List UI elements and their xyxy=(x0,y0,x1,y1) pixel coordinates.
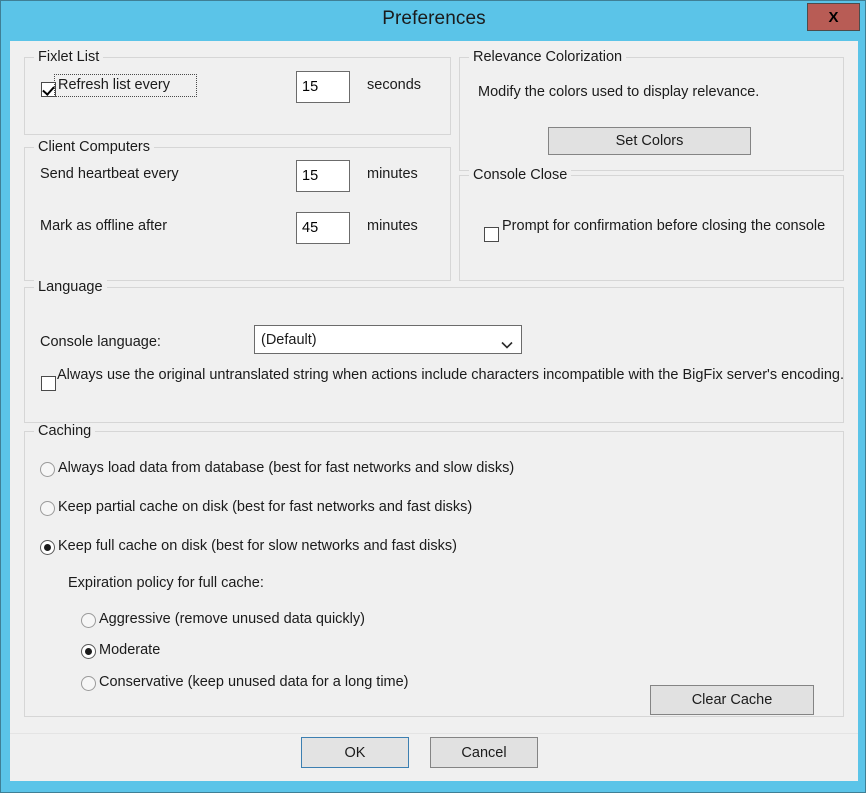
set-colors-button[interactable]: Set Colors xyxy=(548,127,751,155)
untranslated-string-checkbox[interactable] xyxy=(41,376,56,391)
expiration-moderate-radio[interactable] xyxy=(81,644,96,659)
relevance-description: Modify the colors used to display releva… xyxy=(478,84,760,100)
cache-option-always-load-radio[interactable] xyxy=(40,462,55,477)
cache-option-partial-radio[interactable] xyxy=(40,501,55,516)
prompt-confirmation-checkbox[interactable] xyxy=(484,227,499,242)
heartbeat-unit: minutes xyxy=(367,166,418,182)
expiration-moderate-label: Moderate xyxy=(99,642,161,658)
cache-option-full-radio[interactable] xyxy=(40,540,55,555)
untranslated-string-label: Always use the original untranslated str… xyxy=(57,367,844,383)
titlebar: Preferences X xyxy=(1,1,865,41)
group-label-relevance-colorization: Relevance Colorization xyxy=(469,49,627,65)
group-label-caching: Caching xyxy=(34,423,96,439)
cache-option-always-load-label: Always load data from database (best for… xyxy=(58,460,515,476)
heartbeat-interval-input[interactable] xyxy=(296,160,350,192)
ok-button[interactable]: OK xyxy=(301,737,409,768)
refresh-list-label: Refresh list every xyxy=(58,77,171,93)
group-label-language: Language xyxy=(34,279,107,295)
chevron-down-icon xyxy=(501,336,513,349)
expiration-aggressive-radio[interactable] xyxy=(81,613,96,628)
refresh-interval-unit: seconds xyxy=(367,77,422,93)
offline-interval-input[interactable] xyxy=(296,212,350,244)
expiration-conservative-radio[interactable] xyxy=(81,676,96,691)
footer-divider xyxy=(10,733,858,734)
group-language: Language xyxy=(24,279,844,423)
dialog-body: Fixlet List Refresh list every seconds C… xyxy=(10,41,858,781)
expiration-policy-label: Expiration policy for full cache: xyxy=(68,575,264,591)
clear-cache-button[interactable]: Clear Cache xyxy=(650,685,814,715)
window-title: Preferences xyxy=(382,8,486,29)
group-label-client-computers: Client Computers xyxy=(34,139,155,155)
console-language-label: Console language: xyxy=(40,334,161,350)
preferences-dialog: Preferences X Fixlet List Refresh list e… xyxy=(0,0,866,793)
heartbeat-label: Send heartbeat every xyxy=(40,166,179,182)
close-icon[interactable]: X xyxy=(807,3,860,31)
group-label-console-close: Console Close xyxy=(469,167,572,183)
refresh-interval-input[interactable] xyxy=(296,71,350,103)
expiration-conservative-label: Conservative (keep unused data for a lon… xyxy=(99,674,409,690)
group-label-fixlet-list: Fixlet List xyxy=(34,49,104,65)
offline-unit: minutes xyxy=(367,218,418,234)
cancel-button[interactable]: Cancel xyxy=(430,737,538,768)
expiration-aggressive-label: Aggressive (remove unused data quickly) xyxy=(99,611,365,627)
console-language-value: (Default) xyxy=(261,331,317,348)
cache-option-partial-label: Keep partial cache on disk (best for fas… xyxy=(58,499,473,515)
cache-option-full-label: Keep full cache on disk (best for slow n… xyxy=(58,538,457,554)
prompt-confirmation-label: Prompt for confirmation before closing t… xyxy=(502,218,826,234)
console-language-select[interactable]: (Default) xyxy=(254,325,522,354)
offline-label: Mark as offline after xyxy=(40,218,168,234)
